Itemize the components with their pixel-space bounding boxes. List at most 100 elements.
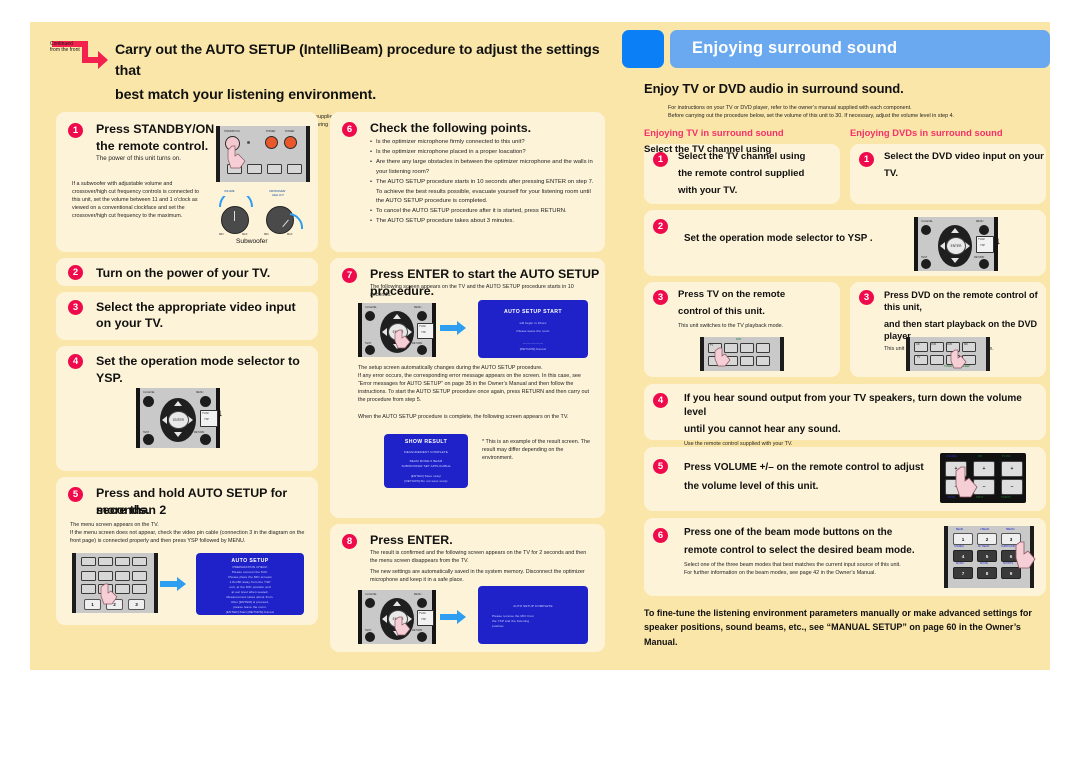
remote-power1-label: POWER [266,130,276,133]
beam-button-8[interactable]: 8 [977,567,997,579]
source-button-4[interactable] [287,164,302,174]
header-accent-square [622,30,664,68]
step-5-heading-2: seconds. [96,503,150,517]
power-button-2[interactable] [284,136,297,149]
list-item: The AUTO SETUP procedure starts in 10 se… [370,178,595,207]
volume-pad-illustration: VOLUME SW TV VOL + + + – – – MUTE INPUT … [940,453,1026,503]
selector-tv-label: TV/AV [419,612,426,615]
right-section-intro: For instructions on your TV or DVD playe… [668,104,955,119]
tv-screen-step8: AUTO SETUP COMPLETE Please remove the MI… [478,586,588,644]
dpad-menu-label: MENU [414,306,422,309]
source-btn-7[interactable] [740,356,754,366]
right-step-3-tv-card: 3 Press TV on the remote control of this… [644,282,840,377]
hand-pointer-icon [955,466,978,498]
remote-key-r2c4[interactable] [132,571,147,581]
selector-ysp-label: YSP [421,618,426,621]
remote-key-1[interactable]: 1 [84,599,101,610]
remote-key-r2c3[interactable] [115,571,130,581]
operation-mode-selector[interactable]: TV/AV YSP [976,236,994,253]
source-btn-3[interactable] [740,343,754,353]
right-step-2-heading: Set the operation mode selector to YSP . [684,233,873,244]
right-step-5-number: 5 [653,459,668,474]
step-4-number: 4 [68,354,83,369]
subwoofer-caption: Subwoofer [236,238,268,245]
list-item: Is the optimizer microphone firmly conne… [370,138,595,148]
subwoofer-illustration: VOLUME CROSSOVER/ HIGH CUT MIN MAX MIN M… [214,190,309,245]
source-btn-b6[interactable] [930,355,944,365]
dpad-ch-level-label: CH LEVEL [921,220,933,223]
beam-button-2[interactable]: 2 [977,533,997,545]
source-button-2[interactable] [247,164,262,174]
step-1-note: If a subwoofer with adjustable volume an… [72,181,200,220]
beam-button-1[interactable]: 1 [953,533,973,545]
remote-key-r1c3[interactable] [115,557,130,566]
source-cd-label: CD [916,343,920,346]
beam-button-7[interactable]: 7 [953,567,973,579]
beam-label-5: MY BEAM [978,545,990,548]
selector-down-arrow-icon: ↓ [218,408,223,419]
tv-screen-step7-result: SHOW RESULT MEASUREMENT COMPLETE BEAM MO… [384,434,468,488]
enter-button[interactable]: ENTER [168,411,189,429]
tv-screen-step5-title: AUTO SETUP [231,558,269,564]
step-1-number: 1 [68,123,83,138]
numeric-remote-illustration: ​ 1 2 3 [72,553,158,613]
right-step4-l2: until you cannot hear any sound. [684,424,841,435]
tv-input-label: TV/IN/TV [1001,496,1011,499]
dpad-ch-level-label: CH LEVEL [365,306,377,309]
remote-key-r3c4[interactable] [132,584,147,594]
left-title-line1: Carry out the AUTO SETUP (IntelliBeam) p… [115,42,600,79]
blue-arrow-icon [440,610,468,624]
left-title-line2: best match your listening environment. [115,87,377,104]
tv-line: After [ENTER] is pressed, [231,600,269,604]
step-8-number: 8 [342,534,357,549]
operation-mode-selector[interactable]: TV/AV YSP [200,410,218,427]
beam-button-5[interactable]: 5 [977,550,997,562]
operation-mode-selector[interactable]: TV/AV YSP [417,323,434,339]
source-remote-illustration-dvd: CD VCR DVD MD TV SLEEP TUNER [906,337,990,371]
remote-key-r1c4[interactable] [132,557,147,566]
crossover-max-label: MAX [287,233,293,236]
dpad-remote-illustration-step7: CH LEVEL MENU TEST RETURN ENTER TV/AV YS… [358,303,436,357]
tv-line: please leave the room. [233,605,267,609]
operation-mode-selector[interactable]: TV/AV YSP [417,610,434,626]
tv-screen-result-title: SHOW RESULT [404,439,448,445]
step-2-card: 2 Turn on the power of your TV. [56,258,318,286]
remote-key-r1c1[interactable] [81,557,96,566]
tv-line: ------------------ [522,341,544,345]
beam-button-4[interactable]: 4 [953,550,973,562]
beam-label-2: 3 BEAM [980,528,989,531]
volume-max-label: MAX [242,233,248,236]
step-6-number: 6 [342,122,357,137]
selector-tv-label: TV/AV [419,325,426,328]
list-item: Is the optimizer microphone placed in a … [370,148,595,158]
tv-line: 1.8m/6ft away from the YSP [229,580,271,584]
remote-key-r2c2[interactable] [98,571,113,581]
step-6-heading: Check the following points. [370,121,532,135]
selector-ysp-label: YSP [204,418,209,421]
remote-key-3[interactable]: 3 [128,599,145,610]
tv-line: at ear level when seated. [231,590,269,594]
volume-knob[interactable] [221,206,249,234]
right-column: Enjoying surround sound Enjoy TV or DVD … [622,22,1050,670]
source-btn-8[interactable] [756,356,770,366]
tv-line: PREPARATION CHECK [232,565,268,569]
source-btn-4[interactable] [756,343,770,353]
step-3-heading-1: Select the appropriate video input [96,300,296,314]
tvvol-up-button[interactable]: + [1001,461,1023,477]
right-step5-l1: Press VOLUME +/– on the remote control t… [684,462,924,473]
remote-key-r1c2[interactable] [98,557,113,566]
dpad-remote-illustration-step8: CH LEVEL MENU TEST RETURN ENTER TV/AV YS… [358,590,436,644]
tvvol-down-button[interactable]: – [1001,479,1023,495]
tv-line: [ENTER]:Save setup [410,474,442,478]
source-button-3[interactable] [267,164,282,174]
power-button-1[interactable] [265,136,278,149]
hand-pointer-icon [1015,541,1036,569]
continued-badge-label: Continued from the front [50,41,80,54]
enter-button[interactable]: ENTER [946,237,966,255]
remote-key-r3c1[interactable] [81,584,96,594]
beam-mode-remote-illustration: BEAM 3 BEAM 5BEAM 1 2 3 STEREO MY BEAM S… [944,526,1036,588]
volume-knob-label: VOLUME [224,190,235,193]
blue-arrow-icon [440,321,468,335]
remote-key-tv[interactable] [81,571,96,581]
step-6-card: 6 Check the following points. Is the opt… [330,112,605,252]
